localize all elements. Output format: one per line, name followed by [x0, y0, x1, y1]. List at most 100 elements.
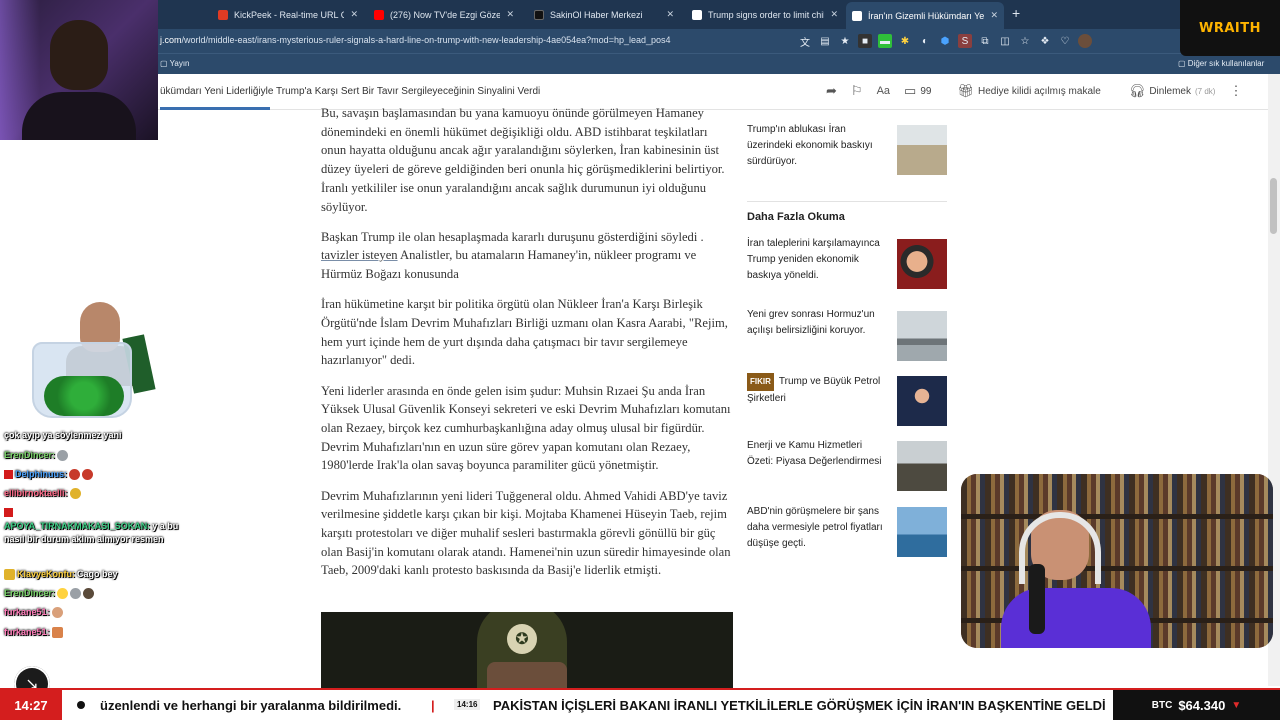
address-bar: j.com/world/middle-east/irans-mysterious…: [0, 29, 1280, 53]
streamer-webcam-bottom: [961, 474, 1273, 648]
emote-icon: [57, 450, 69, 462]
scrollbar-thumb[interactable]: [1270, 178, 1277, 234]
paragraph-text: Başkan Trump ile olan hesaplaşmada karar…: [321, 229, 704, 244]
tab-title: KickPeek - Real-time URL Crawler: [234, 9, 345, 20]
article-tools: ➦ ⚐ Aa ▭ 99 🎁︎ Hediye kilidi açılmış makal…: [826, 83, 1256, 99]
share-button[interactable]: ➦: [826, 83, 837, 99]
tab-title: Trump signs order to limit childho: [708, 9, 824, 20]
bookmarks-bar: ▢ Yayın ▢ Diğer sık kullanılanlar: [0, 53, 1280, 74]
sidebar-thumbnail: [897, 507, 947, 557]
chat-text: çok ayıp ya söylenmez yani: [4, 430, 122, 440]
emote-icon: [51, 627, 63, 639]
chat-username: ErenDincer:: [4, 450, 56, 460]
tab-title: SakinOl Haber Merkezi: [550, 9, 643, 20]
sticker-chips: [44, 376, 124, 416]
url-path: /world/middle-east/irans-mysterious-rule…: [181, 35, 671, 45]
more-options-button[interactable]: ⋮: [1229, 83, 1242, 99]
chat-username: Delphinuus:: [15, 469, 67, 479]
chat-message: KlavyeKonfu: Cago bey: [4, 568, 184, 581]
browser-tab[interactable]: (276) Now TV'de Ezgi Gözeger ile ✕: [368, 4, 520, 25]
bookmark-icon: ⚐: [850, 83, 863, 98]
star-icon[interactable]: ★: [838, 34, 852, 48]
browser-tab-active[interactable]: İran'ın Gizemli Hükümdarı Yeni Lid ✕: [846, 2, 1004, 29]
ticker-clock: 14:27: [0, 690, 62, 720]
chat-message: furkane51:: [4, 606, 184, 619]
reading-progress-bar: [160, 107, 270, 110]
extension-icon[interactable]: ⬢: [938, 34, 952, 48]
sidebar-article-title: FIKIR Trump ve Büyük Petrol Şirketleri: [747, 373, 887, 407]
chat-message: furkane51:: [4, 626, 184, 639]
inline-article-link[interactable]: tavizler isteyen: [321, 248, 398, 262]
screen: KickPeek - Real-time URL Crawler ✕ (276)…: [0, 0, 1280, 720]
bookmark-item[interactable]: ▢ Yayın: [160, 59, 190, 68]
webcam-person-head: [50, 20, 108, 90]
close-icon[interactable]: ✕: [830, 9, 838, 20]
article-header-title: ükümdarı Yeni Liderliğiyle Trump'a Karşı…: [160, 86, 541, 97]
emote-icon: [70, 588, 82, 600]
extension-icon[interactable]: ▬: [878, 34, 892, 48]
close-icon[interactable]: ✕: [990, 10, 998, 21]
text-size-button[interactable]: Aa: [877, 85, 890, 97]
browser-tab[interactable]: SakinOl Haber Merkezi ✕: [528, 4, 680, 25]
translate-icon[interactable]: 文: [798, 34, 812, 49]
comments-button[interactable]: ▭ 99: [904, 83, 931, 99]
extension-icon[interactable]: ◐: [918, 34, 932, 48]
emote-icon: [51, 607, 63, 619]
article-photo[interactable]: ✪: [321, 612, 733, 690]
browser-tab[interactable]: KickPeek - Real-time URL Crawler ✕: [212, 4, 364, 25]
wraith-logo: WRAITH: [1180, 0, 1280, 56]
chat-username: KlavyeKonfu:: [17, 569, 76, 579]
badge-icon: [4, 470, 13, 480]
puzzle-icon[interactable]: ⧉: [978, 34, 992, 48]
url-field[interactable]: j.com/world/middle-east/irans-mysterious…: [160, 35, 671, 45]
sidebar-thumbnail: [897, 311, 947, 361]
more-vertical-icon: ⋮: [1229, 83, 1243, 98]
article-paragraph: Başkan Trump ile olan hesaplaşmada karar…: [321, 228, 735, 284]
close-icon[interactable]: ✕: [506, 9, 514, 20]
opinion-badge: FIKIR: [747, 373, 774, 391]
gift-article-button[interactable]: 🎁︎ Hediye kilidi açılmış makale: [957, 83, 1100, 99]
chat-username: ellibirnoktaelli:: [4, 488, 68, 498]
close-icon[interactable]: ✕: [350, 9, 358, 20]
chat-message: çok ayıp ya söylenmez yani: [4, 429, 184, 442]
sidebar-article[interactable]: ABD'nin görüşmelere bir şans daha vermes…: [747, 504, 947, 560]
sidebar-article-title: Enerji ve Kamu Hizmetleri Özeti: Piyasa …: [747, 440, 882, 467]
tab-favicon-icon: [692, 9, 702, 20]
extension-icon[interactable]: ✱: [898, 34, 912, 48]
microphone-icon: [1029, 564, 1045, 634]
collections-icon[interactable]: ❖: [1038, 34, 1052, 48]
sidebar-article-title: Yeni grev sonrası Hormuz'un açılışı beli…: [747, 309, 875, 336]
photo-face: [487, 662, 567, 690]
extension-icon[interactable]: S: [958, 34, 972, 48]
heart-icon[interactable]: ♡: [1058, 34, 1072, 48]
sidebar-article[interactable]: Yeni grev sonrası Hormuz'un açılışı beli…: [747, 307, 947, 363]
down-arrow-icon: ▼: [1231, 699, 1242, 711]
sidebar-article[interactable]: İran taleplerini karşılamayınca Trump ye…: [747, 236, 947, 292]
toolbar-icons: 文 ▤ ★ ■ ▬ ✱ ◐ ⬢ S ⧉ ◫ ☆ ❖ ♡: [798, 34, 1092, 49]
extension-icon[interactable]: ■: [858, 34, 872, 48]
sidebar-article[interactable]: Trump'ın ablukası İran üzerindeki ekonom…: [747, 120, 947, 176]
split-screen-icon[interactable]: ◫: [998, 34, 1012, 48]
close-icon[interactable]: ✕: [666, 9, 674, 20]
reader-icon[interactable]: ▤: [818, 34, 832, 48]
badge-icon: [4, 569, 15, 581]
favorites-icon[interactable]: ☆: [1018, 34, 1032, 48]
bookmark-label: Yayın: [169, 59, 190, 68]
listen-duration: (7 dk): [1195, 86, 1216, 96]
btc-price: BTC $64.340 ▼: [1113, 690, 1280, 720]
article-paragraph: İran hükümetine karşıt bir politika örgü…: [321, 297, 728, 368]
ticker-timestamp: 14:16: [454, 699, 481, 710]
sidebar-article[interactable]: Enerji ve Kamu Hizmetleri Özeti: Piyasa …: [747, 438, 947, 494]
emote-icon: [83, 588, 95, 600]
emote-icon: [69, 469, 80, 481]
new-tab-button[interactable]: +: [1012, 5, 1020, 21]
bookmark-button[interactable]: ⚐: [851, 83, 863, 99]
listen-button[interactable]: 🎧︎ Dinlemek (7 dk): [1129, 83, 1216, 99]
sidebar-thumbnail: [897, 441, 947, 491]
profile-avatar-icon[interactable]: [1078, 34, 1092, 48]
chat-message: ellibirnoktaelli:: [4, 487, 184, 500]
other-bookmarks[interactable]: ▢ Diğer sık kullanılanlar: [1178, 59, 1264, 68]
chat-message: ErenDincer:: [4, 587, 184, 600]
browser-tab[interactable]: Trump signs order to limit childho ✕: [686, 4, 844, 25]
sidebar-article[interactable]: FIKIR Trump ve Büyük Petrol Şirketleri: [747, 373, 947, 429]
